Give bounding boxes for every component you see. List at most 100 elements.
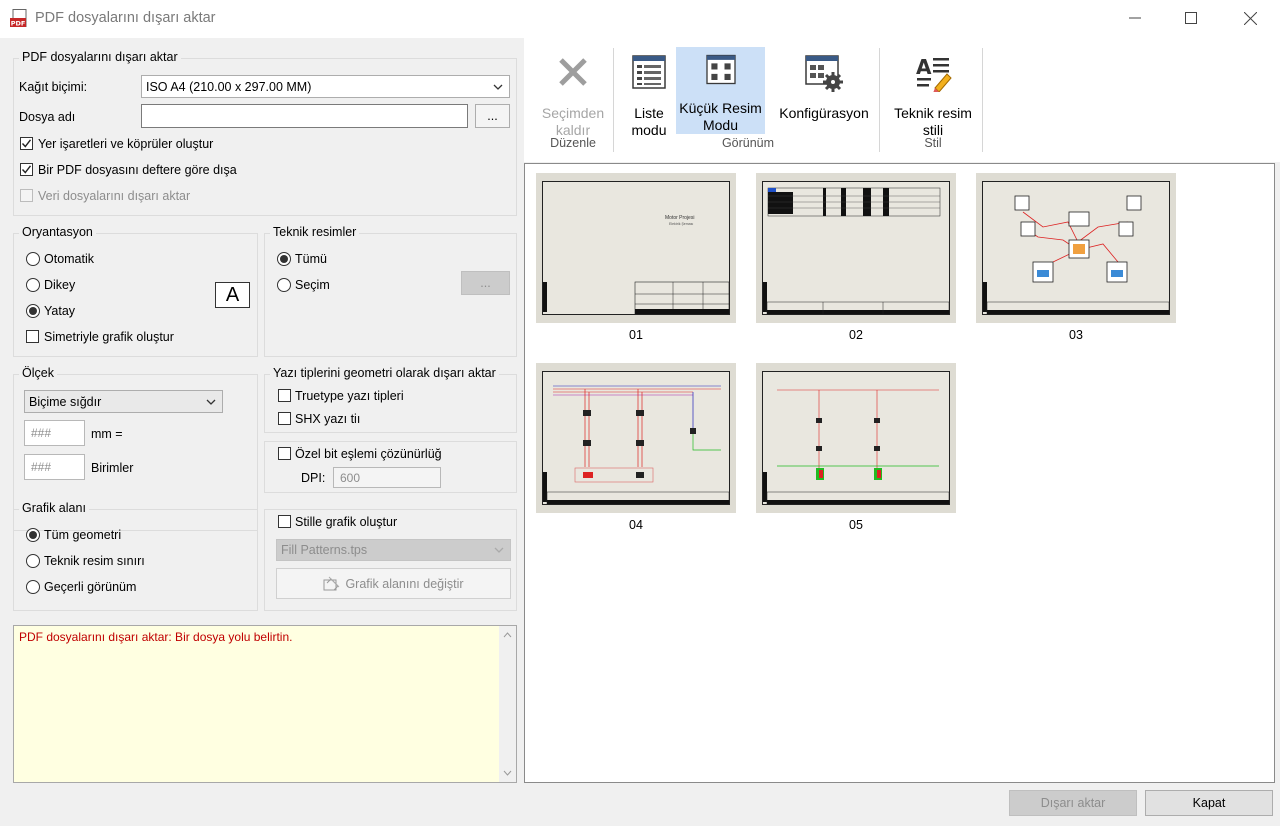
file-name-input[interactable] [141,104,468,128]
dpi-input[interactable]: 600 [333,467,441,488]
area-drawing-border-label: Teknik resim sınırı [44,554,145,568]
maximize-button[interactable] [1168,0,1214,36]
ribbon-separator [613,48,614,152]
landscape-page-letter: A [225,283,240,306]
drawings-all-radio[interactable] [277,252,291,266]
thumbnail-05[interactable] [756,363,956,513]
chevron-down-icon [206,399,216,405]
area-current-view-radio[interactable] [26,580,40,594]
edit-group-label: Düzenle [550,136,596,150]
scroll-down-icon [503,770,512,776]
data-files-label: Veri dosyalarını dışarı aktar [38,189,191,203]
scale-mode-select[interactable]: Biçime sığdır [24,390,223,413]
bitmap-label: Özel bit eşlemi çözünürlüğ [295,447,442,461]
scale-mode-value: Biçime sığdır [29,394,102,409]
checkmark-icon [21,165,32,174]
pdf-app-icon: PDF [10,9,27,28]
fonts-title: Yazı tiplerini geometri olarak dışarı ak… [270,366,499,380]
drawing-sheet [762,181,950,315]
bitmap-checkbox[interactable] [278,447,291,460]
area-current-view-label: Geçerli görünüm [44,580,137,594]
scale-units-input[interactable]: ### [24,454,85,480]
close-button[interactable] [1227,0,1273,36]
data-files-checkbox[interactable] [20,189,33,202]
left-panel: PDF dosyalarını dışarı aktar Kağıt biçim… [0,38,524,788]
thumbnail-01[interactable]: Motor Projesi Elektrik Şeması [536,173,736,323]
message-scrollbar[interactable] [499,626,516,782]
export-button[interactable]: Dışarı aktar [1009,790,1137,816]
ribbon: Seçimden kaldır Düzenle Liste modu Küçük… [524,38,1280,162]
drawing-preview [543,281,730,315]
area-all-geometry-radio[interactable] [26,528,40,542]
paper-format-select[interactable]: ISO A4 (210.00 x 297.00 MM) [141,75,510,98]
style-label: Stille grafik oluştur [295,515,398,529]
per-book-checkbox[interactable] [20,163,33,176]
list-view-icon [632,55,666,89]
minimize-icon [1129,17,1141,19]
area-drawing-border-radio[interactable] [26,554,40,568]
graphic-area-icon [323,576,340,591]
chevron-down-icon [494,547,504,553]
title-bar: PDF PDF dosyalarını dışarı aktar [0,0,1280,38]
orientation-auto-radio[interactable] [26,252,40,266]
thumbnail-04[interactable] [536,363,736,513]
orientation-portrait-radio[interactable] [26,278,40,292]
thumbnail-mode-button[interactable]: Küçük Resim Modu [676,47,765,134]
shx-checkbox[interactable] [278,412,291,425]
thumbnail-label-02: 02 [849,328,863,342]
thumbnail-03[interactable] [976,173,1176,323]
drawings-title: Teknik resimler [270,225,360,239]
list-mode-button[interactable]: Liste modu [620,48,678,139]
drawing-sheet [982,181,1170,315]
bookmarks-checkbox[interactable] [20,137,33,150]
fill-pattern-value: Fill Patterns.tps [281,543,368,557]
configuration-gear-icon [805,55,843,92]
thumbnail-02[interactable] [756,173,956,323]
chevron-down-icon [493,84,503,90]
browse-button[interactable]: ... [475,104,510,128]
file-name-label: Dosya adı [19,110,76,124]
configuration-button[interactable]: Konfigürasyon [772,48,876,122]
style-label-1: Teknik resim [894,105,972,121]
thumbnail-label-05: 05 [849,518,863,532]
drawings-selection-radio[interactable] [277,278,291,292]
remove-label-1: Seçimden [541,105,605,121]
scale-mm-label: mm = [91,427,123,441]
checkmark-icon [21,139,32,148]
thumbnail-label-03: 03 [1069,328,1083,342]
shx-label: SHX yazı tiı [295,412,361,426]
scale-mm-input[interactable]: ### [24,420,85,446]
message-text: PDF dosyalarını dışarı aktar: Bir dosya … [19,630,293,644]
truetype-checkbox[interactable] [278,389,291,402]
bookmarks-label: Yer işaretleri ve köprüler oluştur [38,137,214,151]
drawing-style-icon: A [916,55,952,92]
sheet-title: Motor Projesi [665,215,695,221]
drawings-selection-button[interactable]: ... [461,271,510,295]
style-checkbox[interactable] [278,515,291,528]
remove-from-selection-button[interactable]: Seçimden kaldır [536,48,610,139]
close-dialog-button[interactable]: Kapat [1145,790,1273,816]
change-area-button[interactable]: Grafik alanını değiştir [276,568,511,599]
minimize-button[interactable] [1112,0,1158,36]
orientation-portrait-label: Dikey [44,278,76,292]
drawing-preview [983,195,1170,315]
message-panel: PDF dosyalarını dışarı aktar: Bir dosya … [13,625,517,783]
svg-text:PDF: PDF [11,20,26,28]
ribbon-separator [982,48,983,152]
svg-text:A: A [916,55,932,79]
window-title: PDF dosyalarını dışarı aktar [35,10,216,26]
drawing-style-button[interactable]: A Teknik resim stili [886,48,980,139]
drawings-all-label: Tümü [295,252,327,266]
view-group-label: Görünüm [721,136,775,150]
close-icon [1243,11,1257,25]
maximize-icon [1185,12,1197,24]
symmetric-label: Simetriyle grafik oluştur [44,330,174,344]
drawing-preview [763,389,950,505]
symmetric-checkbox[interactable] [26,330,39,343]
style-group-label: Stil [924,136,942,150]
orientation-landscape-radio[interactable] [26,304,40,318]
graphic-area-title: Grafik alanı [19,501,89,515]
fill-pattern-select[interactable]: Fill Patterns.tps [276,539,511,561]
ribbon-separator [879,48,880,152]
drawing-sheet: Motor Projesi Elektrik Şeması [542,181,730,315]
